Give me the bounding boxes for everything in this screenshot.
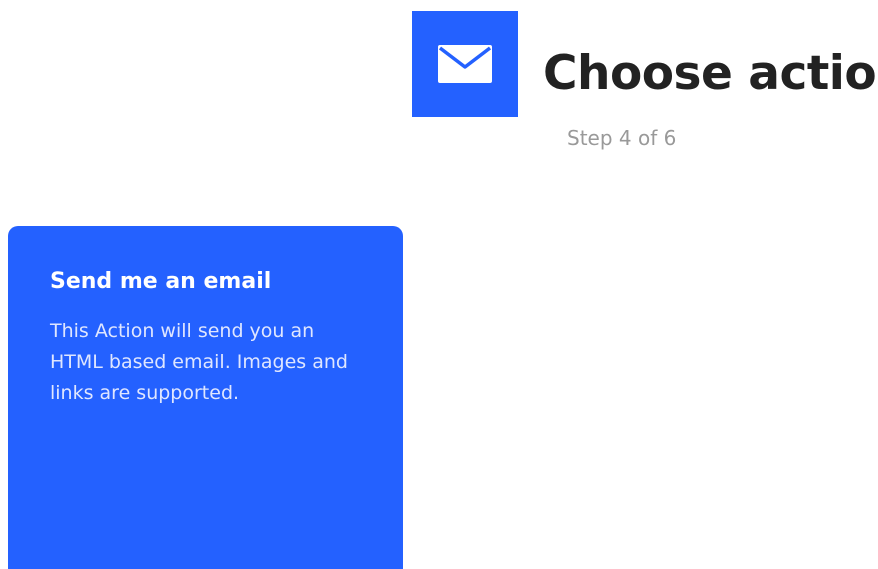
action-card-send-email[interactable]: Send me an email This Action will send y… [8, 226, 403, 569]
action-description: This Action will send you an HTML based … [50, 320, 348, 404]
page-title: Choose action [543, 46, 878, 101]
step-indicator: Step 4 of 6 [567, 126, 677, 150]
service-icon-tile [412, 11, 518, 117]
page: Choose action Step 4 of 6 Send me an ema… [0, 0, 878, 569]
envelope-icon [438, 45, 492, 83]
action-title: Send me an email [50, 269, 272, 294]
